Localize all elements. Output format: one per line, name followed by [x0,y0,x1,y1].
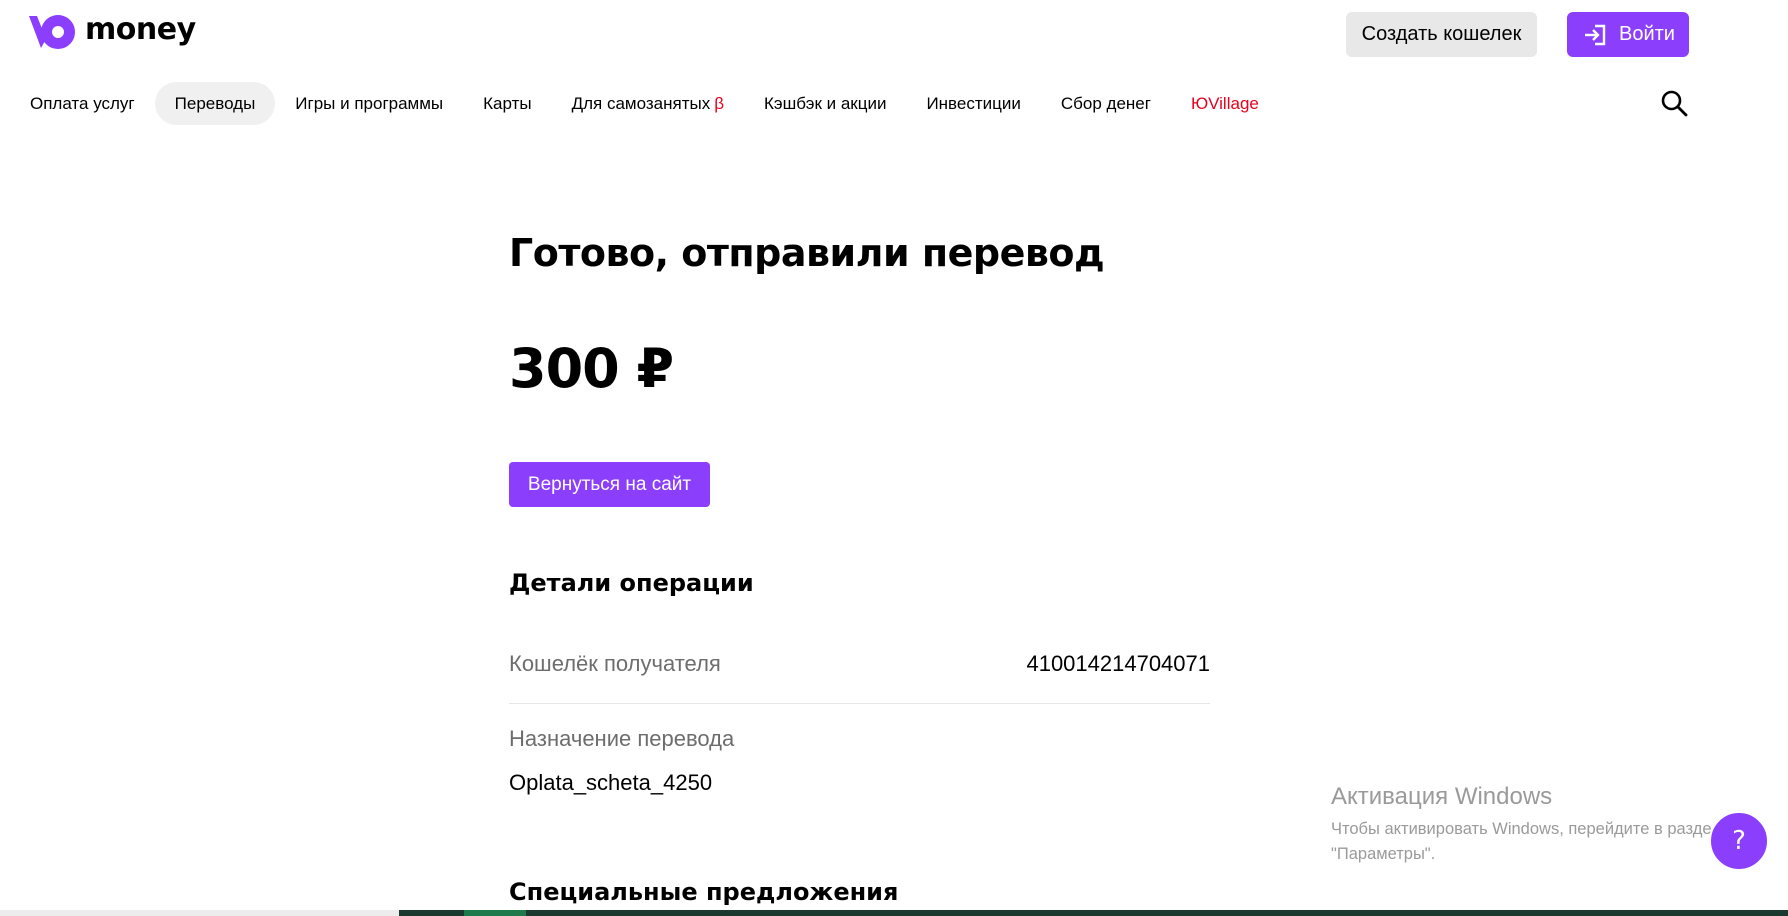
strip-segment [399,910,1788,916]
watermark-text: Чтобы активировать Windows, перейдите в … [1331,820,1721,863]
recipient-wallet-label: Кошелёк получателя [509,651,721,676]
return-to-site-button[interactable]: Вернуться на сайт [509,462,710,507]
main-nav: Оплата услуг Переводы Игры и программы К… [10,82,1279,125]
nav-item-label: Инвестиции [926,93,1021,113]
nav-item-cards[interactable]: Карты [463,82,551,125]
recipient-wallet-value: 410014214704071 [1026,651,1210,676]
beta-badge: β [714,93,725,113]
transfer-amount: 300 ₽ [509,337,674,400]
page-title: Готово, отправили перевод [509,231,1105,275]
search-icon [1661,90,1688,117]
nav-item-games[interactable]: Игры и программы [275,82,463,125]
nav-item-services[interactable]: Оплата услуг [10,82,155,125]
nav-item-self-employed[interactable]: Для самозанятых β [552,82,744,125]
login-icon [1585,24,1606,45]
purpose-label: Назначение перевода [509,726,735,751]
bottom-banner-strip [0,910,1788,916]
strip-segment [0,910,399,916]
search-button[interactable] [1659,88,1689,118]
nav-item-yuvillage[interactable]: ЮVillage [1171,82,1279,125]
purpose-value: Oplata_scheta_4250 [509,770,713,795]
nav-item-cashback[interactable]: Кэшбэк и акции [744,82,906,125]
login-button-label: Войти [1619,23,1675,45]
strip-segment [464,910,526,916]
nav-item-label: Кэшбэк и акции [764,93,887,113]
help-button[interactable]: ? [1709,811,1769,871]
ymoney-logo[interactable]: money [29,12,196,52]
watermark-title: Активация Windows [1331,783,1553,810]
create-wallet-button[interactable]: Создать кошелек [1346,12,1537,57]
question-icon: ? [1732,826,1746,856]
nav-item-investments[interactable]: Инвестиции [906,82,1040,125]
nav-item-label: Оплата услуг [30,93,135,113]
details-heading: Детали операции [509,569,754,597]
nav-item-fundraising[interactable]: Сбор денег [1041,82,1171,125]
windows-activation-watermark: Активация Windows Чтобы активировать Win… [1331,783,1771,867]
logo-wordmark: money [85,12,196,47]
nav-item-label: Карты [483,93,532,113]
nav-item-transfers[interactable]: Переводы [154,82,276,125]
nav-item-label: Для самозанятых [571,93,711,113]
yoomoney-logo-icon [29,15,75,49]
nav-item-label: Игры и программы [295,93,444,113]
nav-item-label: ЮVillage [1190,93,1259,113]
special-offers-heading: Специальные предложения [509,878,899,906]
login-button[interactable]: Войти [1567,12,1689,57]
detail-row-recipient: Кошелёк получателя 410014214704071 [509,651,1210,704]
detail-row-purpose: Назначение перевода Oplata_scheta_4250 [509,726,1210,796]
nav-item-label: Переводы [174,93,256,113]
nav-item-label: Сбор денег [1060,93,1151,113]
